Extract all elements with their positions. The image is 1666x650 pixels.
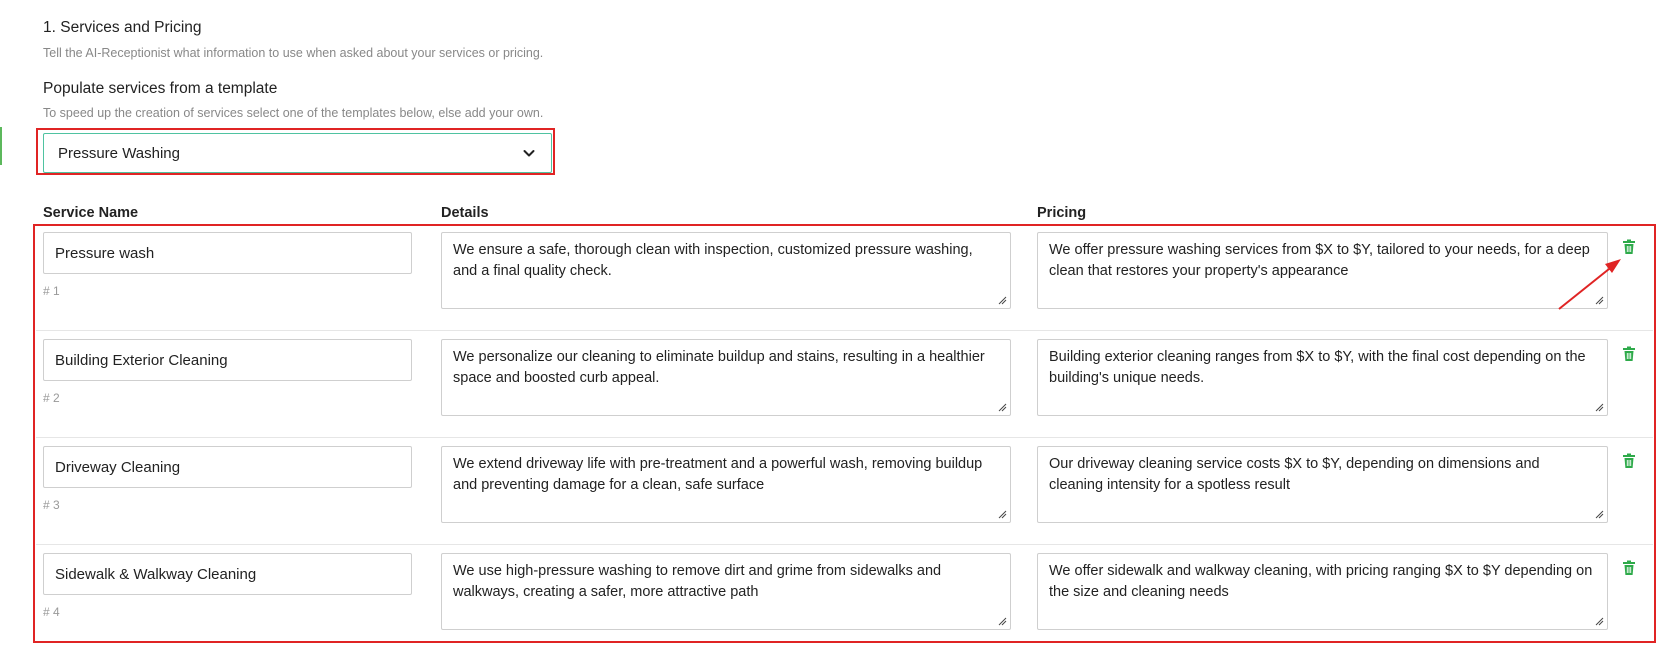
resize-handle-icon[interactable]: [998, 296, 1007, 305]
service-name-value: Pressure wash: [55, 244, 155, 262]
service-pricing-textarea[interactable]: Our driveway cleaning service costs $X t…: [1037, 446, 1608, 523]
chevron-down-icon: [523, 150, 535, 157]
service-details-textarea[interactable]: We personalize our cleaning to eliminate…: [441, 339, 1011, 416]
resize-handle-icon[interactable]: [1595, 510, 1604, 519]
service-name-input[interactable]: Sidewalk & Walkway Cleaning: [43, 553, 412, 595]
service-pricing-value: We offer sidewalk and walkway cleaning, …: [1049, 563, 1593, 600]
column-header-details: Details: [441, 205, 489, 221]
service-pricing-textarea[interactable]: Building exterior cleaning ranges from $…: [1037, 339, 1608, 416]
service-number: # 3: [43, 498, 60, 512]
template-select[interactable]: Pressure Washing: [43, 133, 552, 173]
resize-handle-icon[interactable]: [998, 403, 1007, 412]
template-description: To speed up the creation of services sel…: [43, 106, 544, 120]
trash-icon[interactable]: [1622, 560, 1636, 576]
service-name-value: Driveway Cleaning: [55, 458, 181, 476]
service-number: # 1: [43, 284, 60, 298]
resize-handle-icon[interactable]: [998, 510, 1007, 519]
service-name-input[interactable]: Pressure wash: [43, 232, 412, 274]
resize-handle-icon[interactable]: [1595, 403, 1604, 412]
trash-icon[interactable]: [1622, 346, 1636, 362]
service-details-value: We use high-pressure washing to remove d…: [453, 563, 942, 600]
service-pricing-value: Building exterior cleaning ranges from $…: [1049, 349, 1586, 386]
service-name-value: Sidewalk & Walkway Cleaning: [55, 565, 257, 583]
resize-handle-icon[interactable]: [998, 617, 1007, 626]
service-number: # 4: [43, 605, 60, 619]
service-row: Pressure wash # 1 We ensure a safe, thorou…: [36, 224, 1653, 329]
resize-handle-icon[interactable]: [1595, 296, 1604, 305]
template-select-value: Pressure Washing: [58, 144, 180, 162]
service-name-input[interactable]: Building Exterior Cleaning: [43, 339, 412, 381]
resize-handle-icon[interactable]: [1595, 617, 1604, 626]
service-details-textarea[interactable]: We use high-pressure washing to remove d…: [441, 553, 1011, 630]
service-pricing-textarea[interactable]: We offer sidewalk and walkway cleaning, …: [1037, 553, 1608, 630]
template-title: Populate services from a template: [43, 80, 278, 97]
column-header-pricing: Pricing: [1037, 205, 1087, 221]
section-description: Tell the AI-Receptionist what informatio…: [43, 46, 544, 60]
trash-icon[interactable]: [1622, 453, 1636, 469]
service-details-value: We ensure a safe, thorough clean with in…: [453, 242, 973, 279]
service-name-input[interactable]: Driveway Cleaning: [43, 446, 412, 488]
service-pricing-textarea[interactable]: We offer pressure washing services from …: [1037, 232, 1608, 309]
service-number: # 2: [43, 391, 60, 405]
section-title: 1. Services and Pricing: [43, 19, 202, 36]
left-accent-bar: [0, 127, 2, 165]
service-pricing-value: Our driveway cleaning service costs $X t…: [1049, 456, 1540, 493]
service-details-textarea[interactable]: We ensure a safe, thorough clean with in…: [441, 232, 1011, 309]
service-row: Building Exterior Cleaning # 2 We personal…: [36, 331, 1653, 436]
service-details-textarea[interactable]: We extend driveway life with pre-treatme…: [441, 446, 1011, 523]
service-name-value: Building Exterior Cleaning: [55, 351, 228, 369]
column-header-service-name: Service Name: [43, 205, 139, 221]
service-row: Driveway Cleaning # 3 We extend driveway l…: [36, 438, 1653, 543]
service-details-value: We extend driveway life with pre-treatme…: [453, 456, 983, 493]
trash-icon[interactable]: [1622, 239, 1636, 255]
service-pricing-value: We offer pressure washing services from …: [1049, 242, 1590, 279]
service-details-value: We personalize our cleaning to eliminate…: [453, 349, 985, 386]
service-row: Sidewalk & Walkway Cleaning # 4 We use hig…: [36, 545, 1653, 650]
